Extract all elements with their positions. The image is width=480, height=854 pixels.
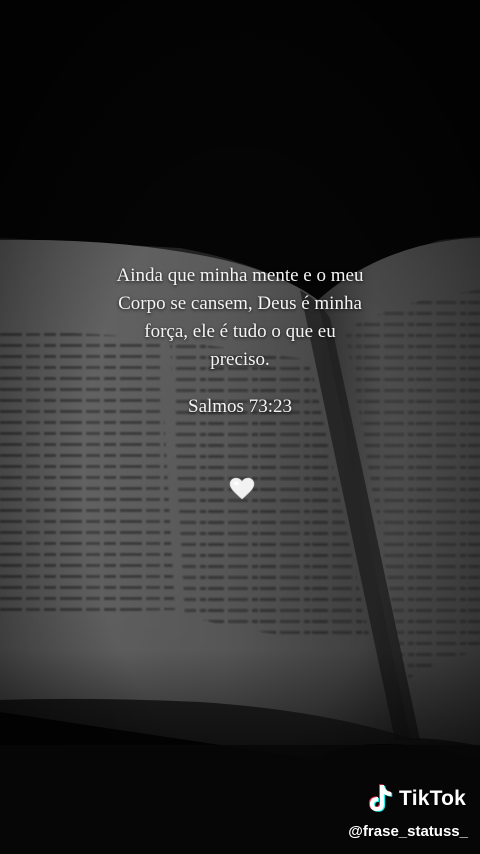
white-heart-icon <box>229 477 255 501</box>
quote-line-4: preciso. <box>210 349 270 370</box>
tiktok-watermark: TikTok <box>365 783 466 815</box>
bible-background <box>0 0 480 854</box>
username-handle: @frase_statuss_ <box>348 823 468 840</box>
open-bible-image <box>0 0 480 854</box>
tiktok-note-icon <box>369 784 393 812</box>
tiktok-brand-text: TikTok <box>399 787 466 810</box>
quote-line-2: Corpo se cansem, Deus é minha <box>118 293 362 314</box>
quote-line-3: força, ele é tudo o que eu <box>144 321 336 342</box>
quote-text: Ainda que minha mente e o meu Corpo se c… <box>60 262 420 374</box>
quote-line-1: Ainda que minha mente e o meu <box>116 265 364 286</box>
verse-reference: Salmos 73:23 <box>188 396 292 417</box>
